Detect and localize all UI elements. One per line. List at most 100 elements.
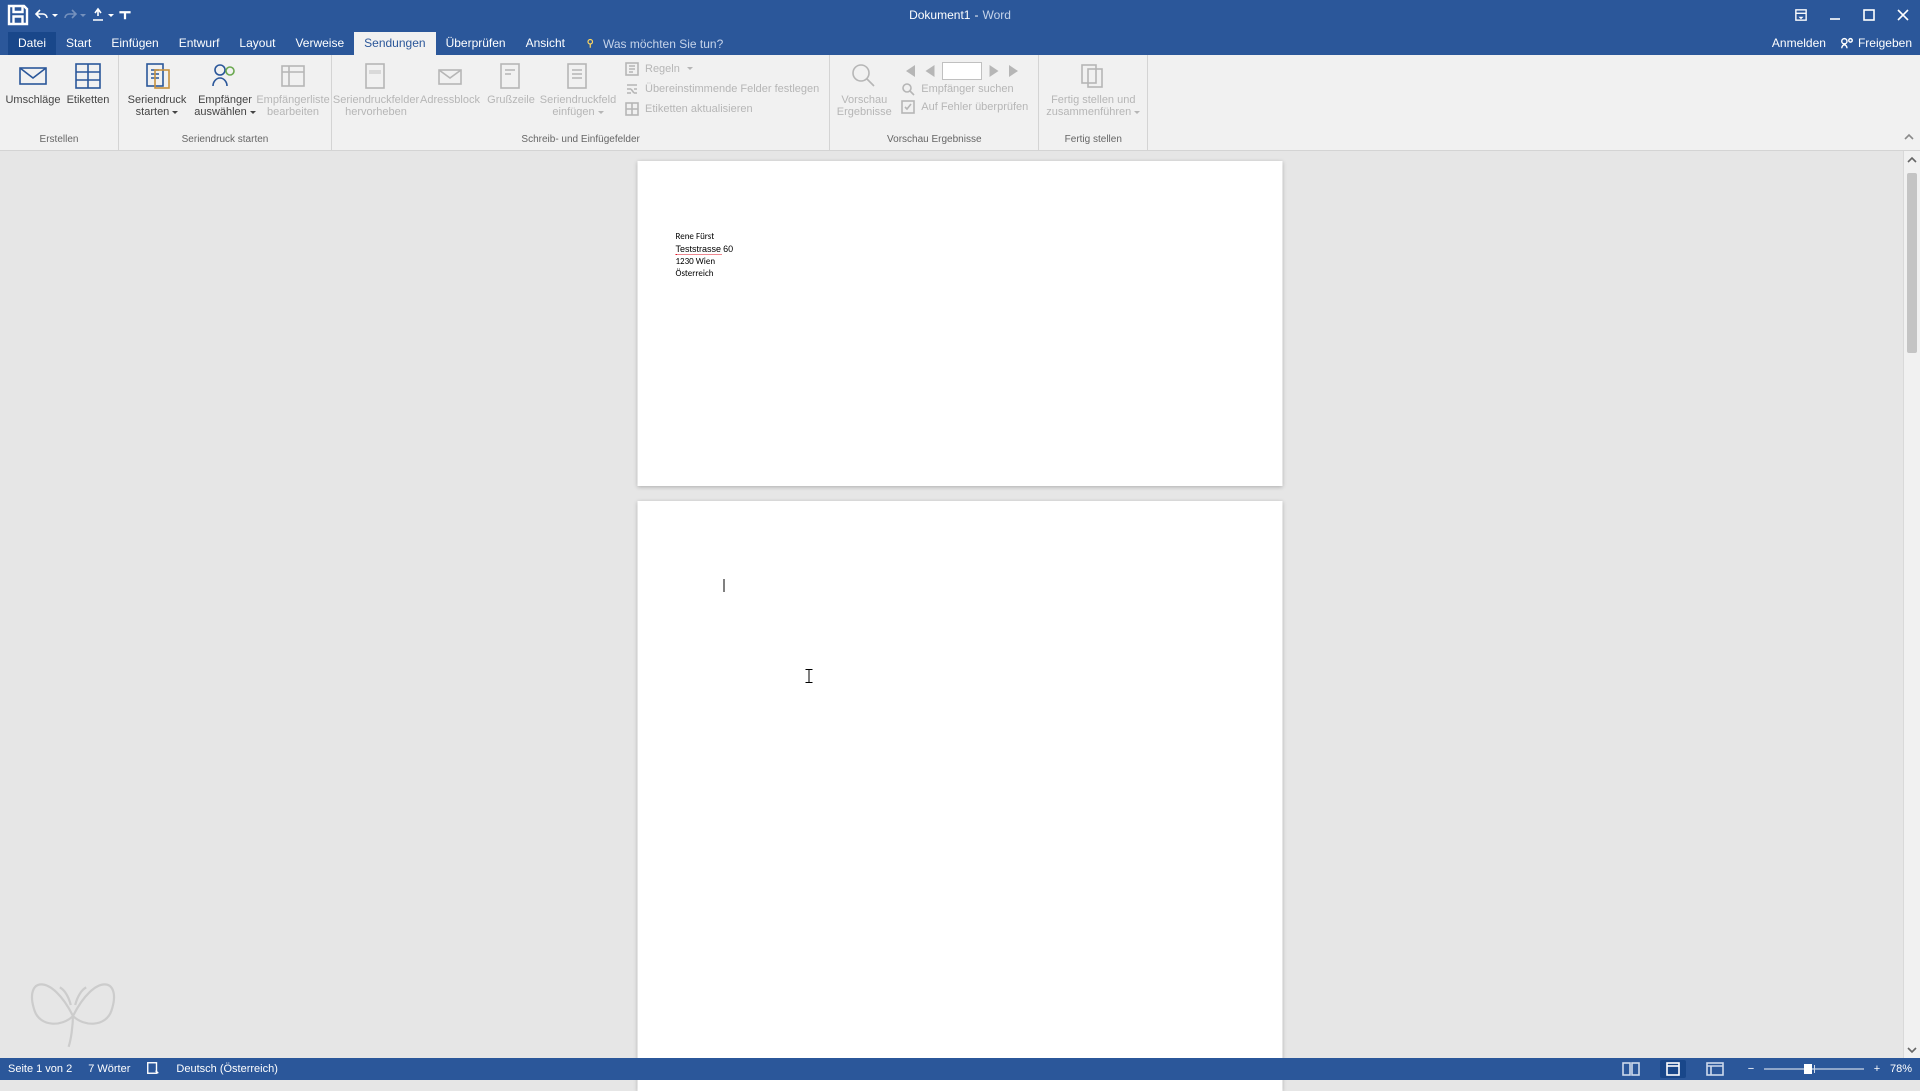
labels-icon	[72, 60, 104, 92]
empfaenger-suchen-label: Empfänger suchen	[921, 83, 1013, 95]
regeln-button[interactable]: Regeln	[618, 60, 825, 78]
redo-icon[interactable]	[62, 4, 86, 26]
grusszeile-button[interactable]: Grußzeile	[484, 58, 538, 106]
status-language[interactable]: Deutsch (Österreich)	[176, 1063, 277, 1075]
fertig-stellen-label: Fertig stellen und zusammenführen	[1043, 94, 1143, 118]
status-proofing-icon[interactable]	[146, 1061, 160, 1078]
empfaenger-auswaehlen-label: Empfänger auswählen	[191, 94, 259, 118]
share-label: Freigeben	[1858, 36, 1912, 50]
etiketten-aktualisieren-button[interactable]: Etiketten aktualisieren	[618, 100, 825, 118]
grusszeile-label: Grußzeile	[487, 94, 535, 106]
status-bar: Seite 1 von 2 7 Wörter Deutsch (Österrei…	[0, 1058, 1920, 1080]
zoom-slider[interactable]	[1764, 1068, 1864, 1070]
address-city: 1230 Wien	[676, 256, 734, 268]
document-name: Dokument1	[909, 8, 970, 22]
felder-hervorheben-button[interactable]: Seriendruckfelder hervorheben	[336, 58, 416, 118]
addressblock-icon	[434, 60, 466, 92]
empfaenger-auswaehlen-button[interactable]: Empfänger auswählen	[191, 58, 259, 118]
tell-me-placeholder: Was möchten Sie tun?	[603, 37, 723, 51]
zoom-value[interactable]: 78%	[1890, 1063, 1912, 1075]
maximize-icon[interactable]	[1852, 0, 1886, 30]
ribbon-display-options-icon[interactable]	[1784, 0, 1818, 30]
tab-verweise[interactable]: Verweise	[285, 32, 354, 55]
group-label-felder: Schreib- und Einfügefelder	[332, 134, 829, 150]
group-vorschau: Vorschau Ergebnisse Empfänger suchen Auf…	[830, 55, 1039, 150]
tell-me-search[interactable]: Was möchten Sie tun?	[575, 33, 733, 55]
tab-file[interactable]: Datei	[8, 32, 56, 55]
felder-hervorheben-label: Seriendruckfelder hervorheben	[333, 94, 419, 118]
next-record-icon[interactable]	[985, 62, 1003, 80]
fehler-pruefen-label: Auf Fehler überprüfen	[921, 101, 1028, 113]
highlight-fields-icon	[360, 60, 392, 92]
customize-qat-icon[interactable]	[118, 4, 132, 26]
select-recipients-icon	[209, 60, 241, 92]
address-country: Österreich	[676, 268, 734, 280]
adressblock-button[interactable]: Adressblock	[416, 58, 484, 106]
tab-ueberpruefen[interactable]: Überprüfen	[436, 32, 516, 55]
preview-results-icon	[848, 60, 880, 92]
text-caret	[724, 579, 725, 592]
empfaengerliste-bearbeiten-label: Empfängerliste bearbeiten	[256, 94, 329, 118]
touch-mode-icon[interactable]	[90, 4, 114, 26]
feld-einfuegen-button[interactable]: Seriendruckfeld einfügen	[538, 58, 618, 118]
zoom-in-button[interactable]: +	[1870, 1063, 1884, 1075]
match-fields-icon	[624, 81, 640, 97]
minimize-icon[interactable]	[1818, 0, 1852, 30]
vorschau-ergebnisse-button[interactable]: Vorschau Ergebnisse	[834, 58, 894, 118]
status-words[interactable]: 7 Wörter	[88, 1063, 130, 1075]
finish-merge-icon	[1077, 60, 1109, 92]
adressblock-label: Adressblock	[420, 94, 480, 106]
tab-layout[interactable]: Layout	[229, 32, 285, 55]
close-icon[interactable]	[1886, 0, 1920, 30]
address-name: Rene Fürst	[676, 231, 734, 243]
collapse-ribbon-icon[interactable]	[1904, 133, 1914, 146]
document-area[interactable]: Rene Fürst Teststrasse 60 1230 Wien Öste…	[0, 151, 1920, 1058]
watermark-logo	[18, 960, 128, 1050]
status-page[interactable]: Seite 1 von 2	[8, 1063, 72, 1075]
tab-start[interactable]: Start	[56, 32, 101, 55]
tab-ansicht[interactable]: Ansicht	[516, 32, 575, 55]
save-icon[interactable]	[6, 4, 30, 26]
group-seriendruck-starten: Seriendruck starten Empfänger auswählen …	[119, 55, 332, 150]
prev-record-icon[interactable]	[921, 62, 939, 80]
scroll-down-icon[interactable]	[1904, 1041, 1920, 1058]
ribbon-tabs: Datei Start Einfügen Entwurf Layout Verw…	[0, 30, 1920, 55]
share-button[interactable]: Freigeben	[1840, 36, 1912, 50]
record-number-input[interactable]	[942, 62, 982, 80]
tab-entwurf[interactable]: Entwurf	[169, 32, 230, 55]
fehler-pruefen-button[interactable]: Auf Fehler überprüfen	[894, 98, 1034, 116]
umschlaege-button[interactable]: Umschläge	[4, 58, 62, 106]
zoom-slider-handle[interactable]	[1804, 1064, 1812, 1074]
fertig-stellen-button[interactable]: Fertig stellen und zusammenführen	[1043, 58, 1143, 118]
text-cursor-pointer	[805, 669, 814, 683]
last-record-icon[interactable]	[1006, 62, 1024, 80]
view-printlayout-icon[interactable]	[1660, 1060, 1686, 1078]
scroll-thumb[interactable]	[1907, 173, 1917, 353]
check-errors-icon	[900, 99, 916, 115]
group-fertig: Fertig stellen und zusammenführen Fertig…	[1039, 55, 1148, 150]
ribbon: Umschläge Etiketten Erstellen Seriendruc…	[0, 55, 1920, 151]
zoom-out-button[interactable]: −	[1744, 1063, 1758, 1075]
empfaenger-suchen-button[interactable]: Empfänger suchen	[894, 80, 1034, 98]
edit-recipients-icon	[277, 60, 309, 92]
undo-icon[interactable]	[34, 4, 58, 26]
etiketten-aktualisieren-label: Etiketten aktualisieren	[645, 103, 753, 115]
insert-field-icon	[562, 60, 594, 92]
tab-einfuegen[interactable]: Einfügen	[101, 32, 168, 55]
felder-festlegen-button[interactable]: Übereinstimmende Felder festlegen	[618, 80, 825, 98]
first-record-icon[interactable]	[900, 62, 918, 80]
sign-in-link[interactable]: Anmelden	[1772, 36, 1826, 50]
tab-sendungen[interactable]: Sendungen	[354, 32, 435, 55]
vertical-scrollbar[interactable]	[1903, 151, 1920, 1058]
seriendruck-starten-button[interactable]: Seriendruck starten	[123, 58, 191, 118]
view-readmode-icon[interactable]	[1618, 1060, 1644, 1078]
etiketten-button[interactable]: Etiketten	[62, 58, 114, 106]
update-labels-icon	[624, 101, 640, 117]
empfaengerliste-bearbeiten-button[interactable]: Empfängerliste bearbeiten	[259, 58, 327, 118]
page-2[interactable]	[638, 501, 1283, 1091]
scroll-up-icon[interactable]	[1904, 151, 1920, 168]
vorschau-ergebnisse-label: Vorschau Ergebnisse	[834, 94, 894, 118]
page-1[interactable]: Rene Fürst Teststrasse 60 1230 Wien Öste…	[638, 161, 1283, 486]
group-label-vorschau: Vorschau Ergebnisse	[830, 134, 1038, 150]
view-weblayout-icon[interactable]	[1702, 1060, 1728, 1078]
